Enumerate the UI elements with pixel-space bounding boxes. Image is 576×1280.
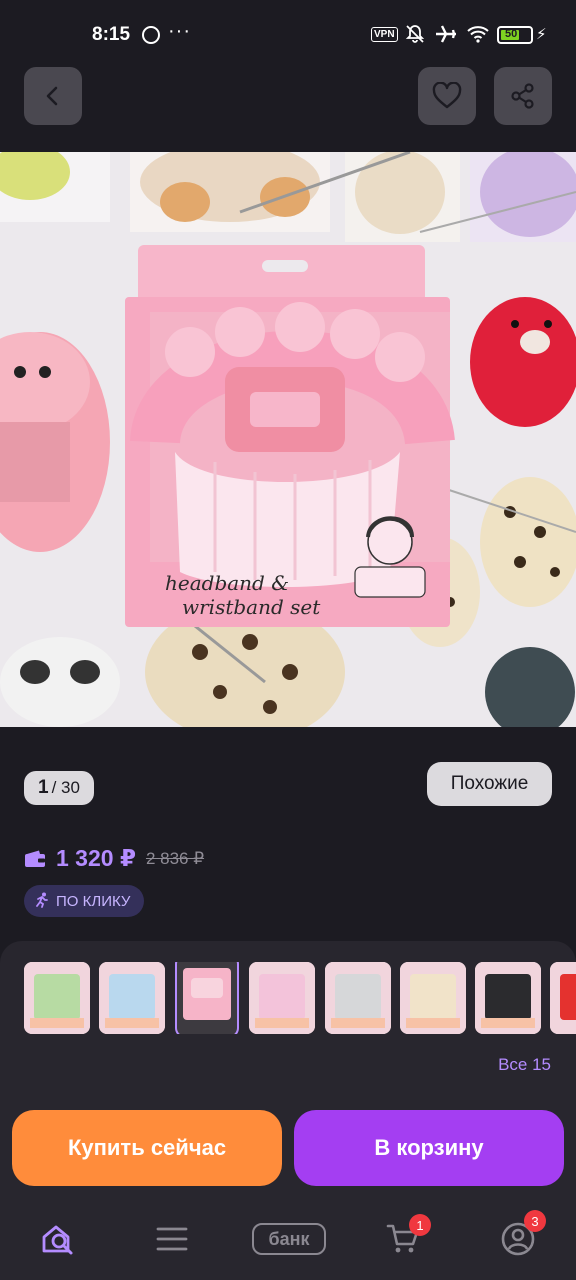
old-price: 2 836 ₽ bbox=[145, 848, 205, 868]
add-to-cart-button[interactable]: В корзину bbox=[294, 1110, 564, 1186]
muted-bell-icon bbox=[405, 24, 425, 49]
variant-thumb[interactable] bbox=[400, 962, 466, 1034]
variant-thumb[interactable] bbox=[475, 962, 541, 1034]
do-not-disturb-icon bbox=[142, 26, 160, 44]
variant-thumb[interactable] bbox=[249, 962, 315, 1034]
vpn-icon: VPN bbox=[371, 27, 398, 42]
photo-counter: 1 / 30 bbox=[24, 771, 94, 805]
status-bar: 8:15 ··· VPN 50 ⚡ bbox=[0, 0, 576, 72]
clock: 8:15 bbox=[92, 24, 131, 45]
home-search-icon bbox=[42, 1225, 73, 1255]
price-row: 1 320 ₽ 2 836 ₽ bbox=[24, 845, 204, 872]
similar-button[interactable]: Похожие bbox=[427, 762, 552, 806]
variant-thumb[interactable] bbox=[99, 962, 165, 1034]
buy-now-button[interactable]: Купить сейчас bbox=[12, 1110, 282, 1186]
running-person-icon bbox=[34, 892, 50, 911]
charging-icon: ⚡ bbox=[536, 26, 547, 43]
nav-home[interactable] bbox=[28, 1214, 88, 1264]
photo-counter-current: 1 bbox=[38, 777, 49, 798]
nav-cart[interactable]: 1 bbox=[373, 1214, 433, 1264]
profile-count-badge: 3 bbox=[524, 1210, 546, 1232]
bank-label: банк bbox=[252, 1223, 326, 1255]
cart-count-badge: 1 bbox=[409, 1214, 431, 1236]
variant-thumb-selected[interactable] bbox=[175, 962, 239, 1034]
delivery-badge[interactable]: ПО КЛИКУ bbox=[24, 885, 145, 917]
variant-thumb[interactable] bbox=[550, 962, 576, 1034]
favorite-button[interactable] bbox=[418, 67, 476, 125]
back-button[interactable] bbox=[24, 67, 82, 125]
delivery-badge-label: ПО КЛИКУ bbox=[56, 892, 131, 910]
nav-bank[interactable]: банк bbox=[251, 1214, 327, 1264]
wallet-icon bbox=[24, 850, 46, 868]
menu-icon bbox=[156, 1227, 188, 1251]
bottom-nav: банк 1 3 bbox=[0, 1200, 576, 1280]
photo-counter-total: / 30 bbox=[51, 778, 80, 797]
airplane-icon bbox=[434, 24, 458, 49]
all-variants-link[interactable]: Все 15 bbox=[498, 1055, 551, 1075]
battery-icon: 50 bbox=[497, 26, 533, 44]
variant-thumb[interactable] bbox=[24, 962, 90, 1034]
product-image: headband & wristband set bbox=[0, 152, 576, 727]
nav-profile[interactable]: 3 bbox=[488, 1210, 548, 1264]
share-icon bbox=[511, 83, 534, 109]
share-button[interactable] bbox=[494, 67, 552, 125]
more-notifications-icon: ··· bbox=[168, 20, 191, 42]
variant-thumb[interactable] bbox=[325, 962, 391, 1034]
product-photo[interactable]: headband & wristband set bbox=[0, 152, 576, 727]
svg-text:wristband set: wristband set bbox=[182, 595, 321, 619]
package-text: headband & bbox=[165, 571, 289, 595]
wifi-icon bbox=[466, 24, 490, 49]
variant-thumbnails[interactable] bbox=[24, 962, 576, 1034]
current-price: 1 320 ₽ bbox=[56, 845, 136, 871]
chevron-left-icon bbox=[46, 86, 58, 106]
heart-icon bbox=[432, 82, 462, 109]
nav-catalog[interactable] bbox=[142, 1214, 202, 1264]
